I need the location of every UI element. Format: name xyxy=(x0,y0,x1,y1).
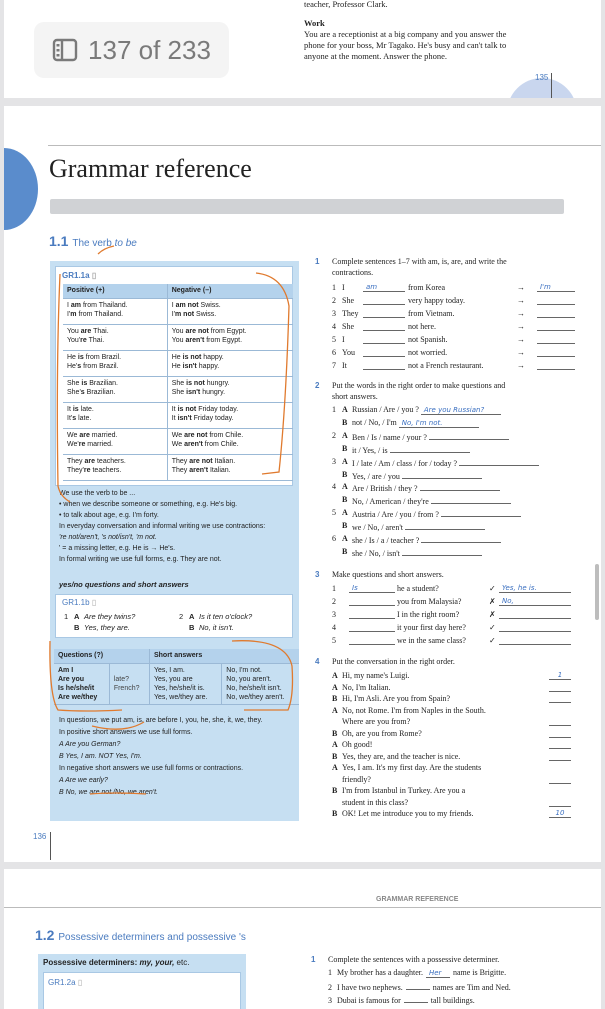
item-number: 3 xyxy=(328,996,332,1005)
divider xyxy=(4,907,601,908)
handwritten-annotations xyxy=(49,245,294,795)
section-heading: 1.2 Possessive determiners and possessiv… xyxy=(35,927,246,943)
item-post: names are Tim and Ned. xyxy=(432,983,511,992)
item-number: 2 xyxy=(328,983,332,992)
item-line: 3 Dubai is famous for tall buildings. xyxy=(328,994,475,1005)
page-number: 135 xyxy=(535,73,553,98)
box-heading-text: Possessive determiners: xyxy=(43,958,140,967)
box-heading-italic: my, your, xyxy=(139,958,175,967)
page-136: Grammar reference 1.1 The verb to be GR1… xyxy=(4,106,601,862)
running-header: GRAMMAR REFERENCE xyxy=(376,896,459,903)
answer-blank[interactable]: Her xyxy=(425,969,450,978)
item-post: tall buildings. xyxy=(430,996,475,1005)
paragraph: You are a receptionist at a big company … xyxy=(304,29,506,62)
page-counter-text: 137 of 233 xyxy=(88,34,211,65)
box-heading-end: etc. xyxy=(174,958,190,967)
audio-icon: ▯ xyxy=(77,978,83,987)
paragraph-line: anyone at the moment. Answer the phone. xyxy=(304,51,448,61)
page-137: GRAMMAR REFERENCE 1.2 Possessive determi… xyxy=(4,869,601,1009)
item-pre: I have two nephews. xyxy=(337,983,403,992)
text-line: teacher, Professor Clark. xyxy=(304,0,388,9)
item-post: name is Brigitte. xyxy=(452,968,507,977)
box-heading: Possessive determiners: my, your, etc. xyxy=(43,958,189,967)
page-counter[interactable]: 137 of 233 xyxy=(34,22,229,78)
page-135: 137 of 233 teacher, Professor Clark. Wor… xyxy=(4,0,601,98)
item-line: 1 My brother has a daughter. Her name is Br… xyxy=(328,968,506,978)
audio-label-text: GR1.2a xyxy=(48,978,76,987)
paragraph-line: You are a receptionist at a big company … xyxy=(304,29,507,39)
paragraph-line: phone for your boss, Mr Tagako. He's bus… xyxy=(304,40,507,50)
audio-label[interactable]: GR1.2a ▯ xyxy=(48,978,82,987)
item-line: 2 I have two nephews. names are Tim and Ne… xyxy=(328,981,511,992)
exercise-instruction: Complete the sentences with a possessive… xyxy=(328,955,500,964)
item-pre: My brother has a daughter. xyxy=(337,968,423,977)
exercise-number: 1 xyxy=(311,955,316,964)
section-heading: Work xyxy=(304,18,325,28)
answer-blank[interactable] xyxy=(405,981,430,990)
item-pre: Dubai is famous for xyxy=(337,996,401,1005)
sidebar-icon xyxy=(52,38,78,62)
item-number: 1 xyxy=(328,968,332,977)
section-title: Possessive determiners and possessive 's xyxy=(58,932,246,943)
section-number: 1.2 xyxy=(35,927,55,943)
